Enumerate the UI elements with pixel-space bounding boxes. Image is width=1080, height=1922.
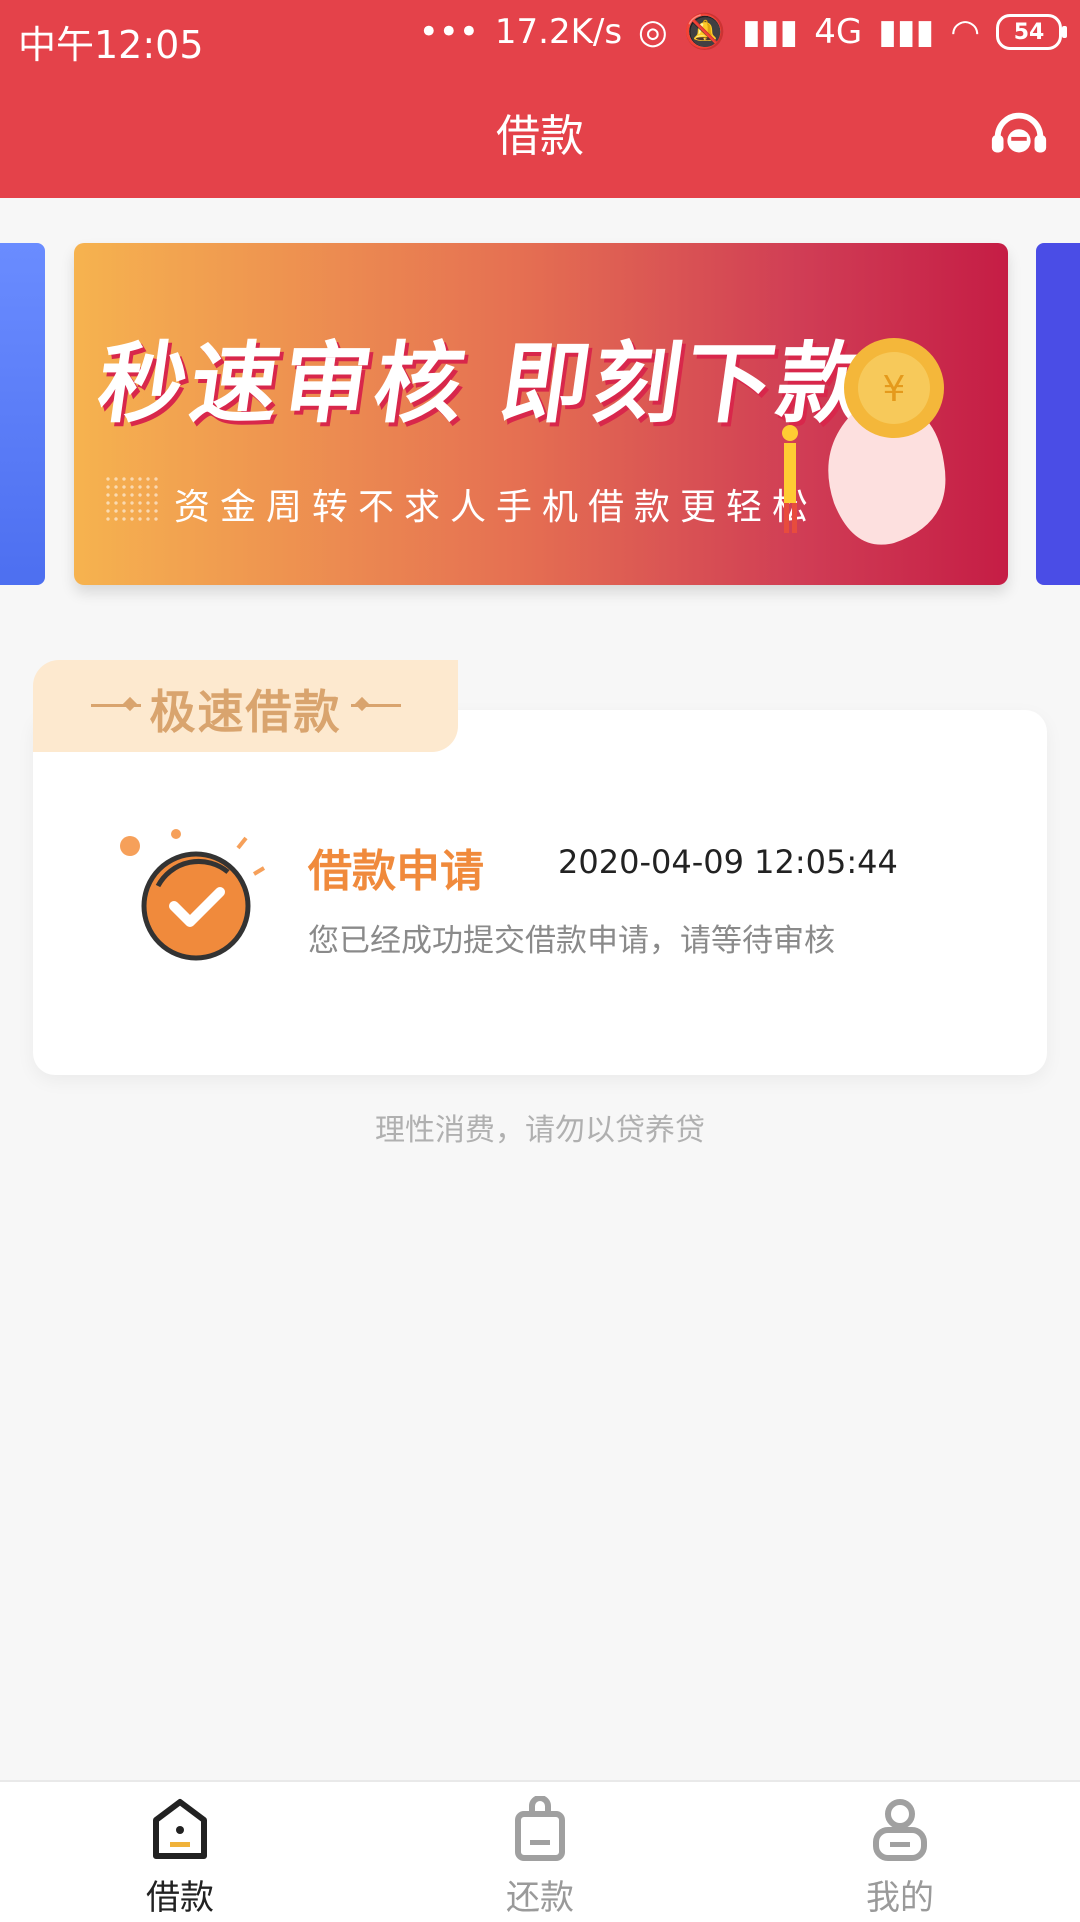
tab-mine[interactable]: 我的 [720, 1782, 1080, 1922]
signal-icon-2: ▮▮▮ [878, 12, 935, 52]
battery-icon: 54 [996, 14, 1067, 50]
banner-dots-decoration [104, 475, 162, 523]
decoration-right-icon [351, 704, 401, 707]
tab-repay[interactable]: 还款 [360, 1782, 720, 1922]
status-indicators: ••• 17.2K/s ◎ 🔕 ▮▮▮ 4G ▮▮▮ ◠ 54 [418, 12, 1067, 52]
svg-text:¥: ¥ [883, 369, 906, 410]
bottom-tab-bar: 借款 还款 我的 [0, 1780, 1080, 1922]
user-icon [873, 1799, 927, 1861]
banner-next-slide[interactable] [1036, 243, 1080, 585]
status-time: 中午12:05 [18, 23, 204, 67]
bag-icon [515, 1796, 565, 1861]
signal-icon: ▮▮▮ [742, 12, 799, 52]
mute-icon: 🔕 [683, 12, 727, 52]
section-title: 极速借款 [149, 685, 342, 739]
page-title: 借款 [496, 111, 584, 162]
app-bar: 借款 [0, 70, 1080, 198]
battery-level: 54 [1013, 19, 1045, 45]
tab-label-repay: 还款 [506, 1878, 574, 1918]
home-icon [153, 1799, 207, 1859]
network-speed: 17.2K/s [494, 12, 623, 52]
application-status-title: 借款申请 [308, 846, 484, 897]
tab-borrow[interactable]: 借款 [0, 1782, 360, 1922]
wifi-icon: ◠ [950, 12, 980, 52]
application-timestamp: 2020-04-09 12:05:44 [558, 843, 898, 881]
customer-service-headset-icon[interactable] [988, 104, 1050, 166]
tab-label-mine: 我的 [866, 1878, 934, 1918]
banner-prev-slide[interactable] [0, 243, 45, 585]
banner-subline: 资金周转不求人手机借款更轻松 [174, 487, 819, 528]
more-dots-icon: ••• [418, 12, 479, 52]
section-label: 极速借款 [33, 660, 458, 752]
promo-banner[interactable]: 秒速审核 即刻下款 资金周转不求人手机借款更轻松 ¥ [74, 243, 1008, 585]
application-message: 您已经成功提交借款申请，请等待审核 [308, 923, 835, 959]
status-bar: 中午12:05 ••• 17.2K/s ◎ 🔕 ▮▮▮ 4G ▮▮▮ ◠ 54 [0, 0, 1080, 70]
network-type: 4G [814, 12, 863, 52]
hotspot-icon: ◎ [638, 12, 668, 52]
check-circle-icon [120, 829, 266, 961]
tab-label-borrow: 借款 [146, 1878, 214, 1918]
disclaimer-text: 理性消费，请勿以贷养贷 [375, 1113, 705, 1148]
coin-illustration-icon: ¥ [782, 338, 946, 545]
